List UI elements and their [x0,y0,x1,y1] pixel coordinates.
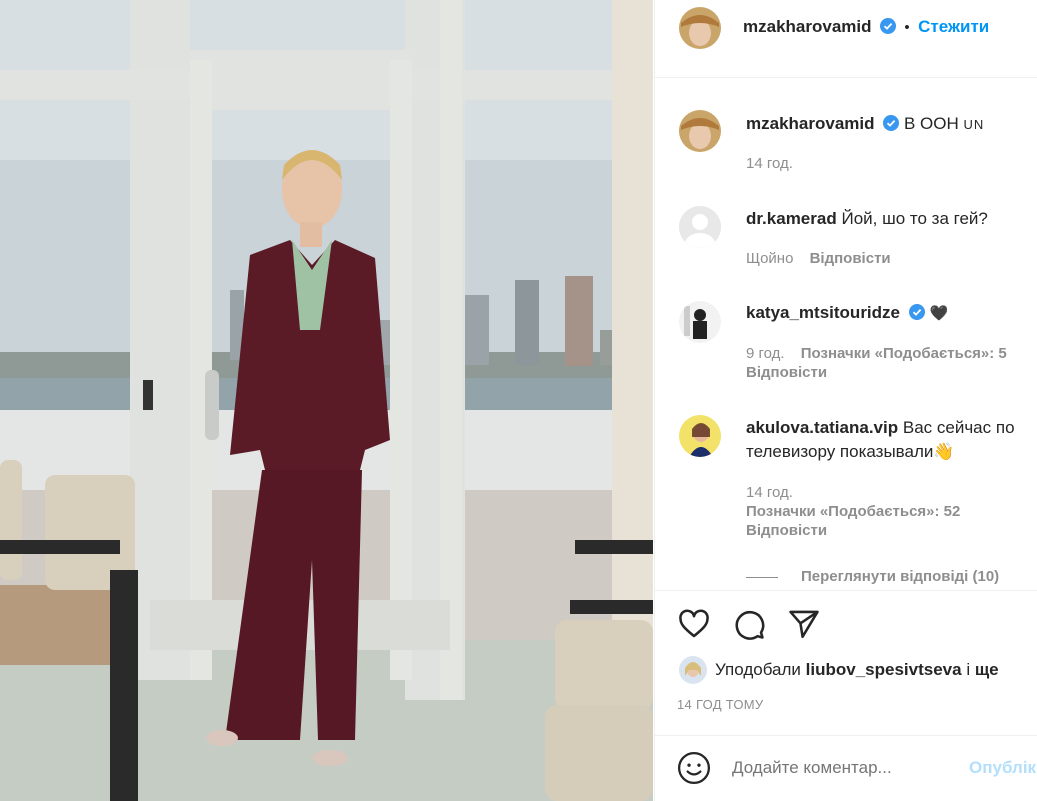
likes-more[interactable]: ще [975,660,999,679]
commenter-avatar[interactable] [679,206,721,248]
post-photo-image [0,0,653,801]
comment-text: Вас сейчас по [902,418,1015,437]
comment-item: akulova.tatiana.vip Вас сейчас по [746,415,1037,441]
caption-avatar[interactable] [679,110,721,152]
likes-prefix: Уподобали [715,660,801,679]
verified-badge-icon [879,18,896,34]
comment-likes-wrap: Позначки «Подобається»: 52 [746,503,960,520]
like-heart-icon[interactable] [677,607,711,641]
reply-button[interactable]: Відповісти [810,250,891,267]
view-replies-button[interactable]: Переглянути відповіді (10) [801,568,999,585]
comment-item: dr.kamerad Йой, шо то за гей? [746,206,988,232]
liker-username[interactable]: liubov_spesivtseva [806,660,962,679]
post-side-panel: mzakharovamid • Стежити mzakharovamid В … [654,0,1037,801]
commenter-avatar[interactable] [679,301,721,343]
likes-summary: Уподобали liubov_spesivtseva і ще [715,660,999,680]
comment-time[interactable]: 9 год. [746,345,785,362]
header-divider [655,77,1037,78]
comment-bubble-icon[interactable] [732,607,766,641]
caption: mzakharovamid В ООН UN [746,111,984,138]
verified-badge-icon [883,115,900,131]
reply-button[interactable]: Відповісти [746,522,827,539]
header-separator: • [904,19,910,36]
comment-text: 🖤 [929,305,949,322]
comment-time[interactable]: Щойно [746,250,793,267]
view-replies-wrap: Переглянути відповіді (10) [801,568,999,585]
comment-time[interactable]: 14 год. [746,484,793,501]
comment-text-line2: телевизору показывали👋 [746,442,955,461]
reply-button-wrap: Відповісти [746,364,827,381]
caption-username[interactable]: mzakharovamid [746,114,875,133]
caption-time[interactable]: 14 год. [746,155,793,172]
author-avatar[interactable] [679,7,721,49]
post-comment-button[interactable]: Опублік [969,758,1036,778]
author-username[interactable]: mzakharovamid [743,17,872,36]
post-photo[interactable] [0,0,653,801]
reply-button[interactable]: Відповісти [746,364,827,381]
un-badge: UN [963,117,985,132]
view-replies-line [746,577,778,578]
comment-meta: 9 год. Позначки «Подобається»: 5 [746,345,1007,362]
comment-username[interactable]: dr.kamerad [746,209,837,228]
likes-count[interactable]: Позначки «Подобається»: 52 [746,503,960,520]
verified-badge-icon [908,304,925,320]
commenter-avatar[interactable] [679,415,721,457]
follow-button[interactable]: Стежити [918,17,989,36]
reply-button-wrap: Відповісти [746,522,827,539]
comment-item: katya_mtsitouridze 🖤 [746,300,948,327]
share-paper-plane-icon[interactable] [787,607,821,641]
comment-username[interactable]: akulova.tatiana.vip [746,418,898,437]
post-timestamp[interactable]: 14 ГОД ТОМУ [677,697,763,712]
comment-meta: Щойно Відповісти [746,250,891,267]
post-header: mzakharovamid • Стежити [743,17,989,37]
emoji-smiley-icon[interactable] [677,751,711,785]
liker-avatar[interactable] [679,656,707,684]
comment-text: Йой, шо то за гей? [841,209,988,228]
comment-box-divider [655,735,1037,736]
likes-suffix: і [966,660,971,679]
comment-username[interactable]: katya_mtsitouridze [746,303,900,322]
comment-input[interactable] [732,755,962,781]
likes-count[interactable]: Позначки «Подобається»: 5 [801,345,1007,362]
caption-text: В ООН [903,114,959,133]
actions-divider [655,590,1037,591]
